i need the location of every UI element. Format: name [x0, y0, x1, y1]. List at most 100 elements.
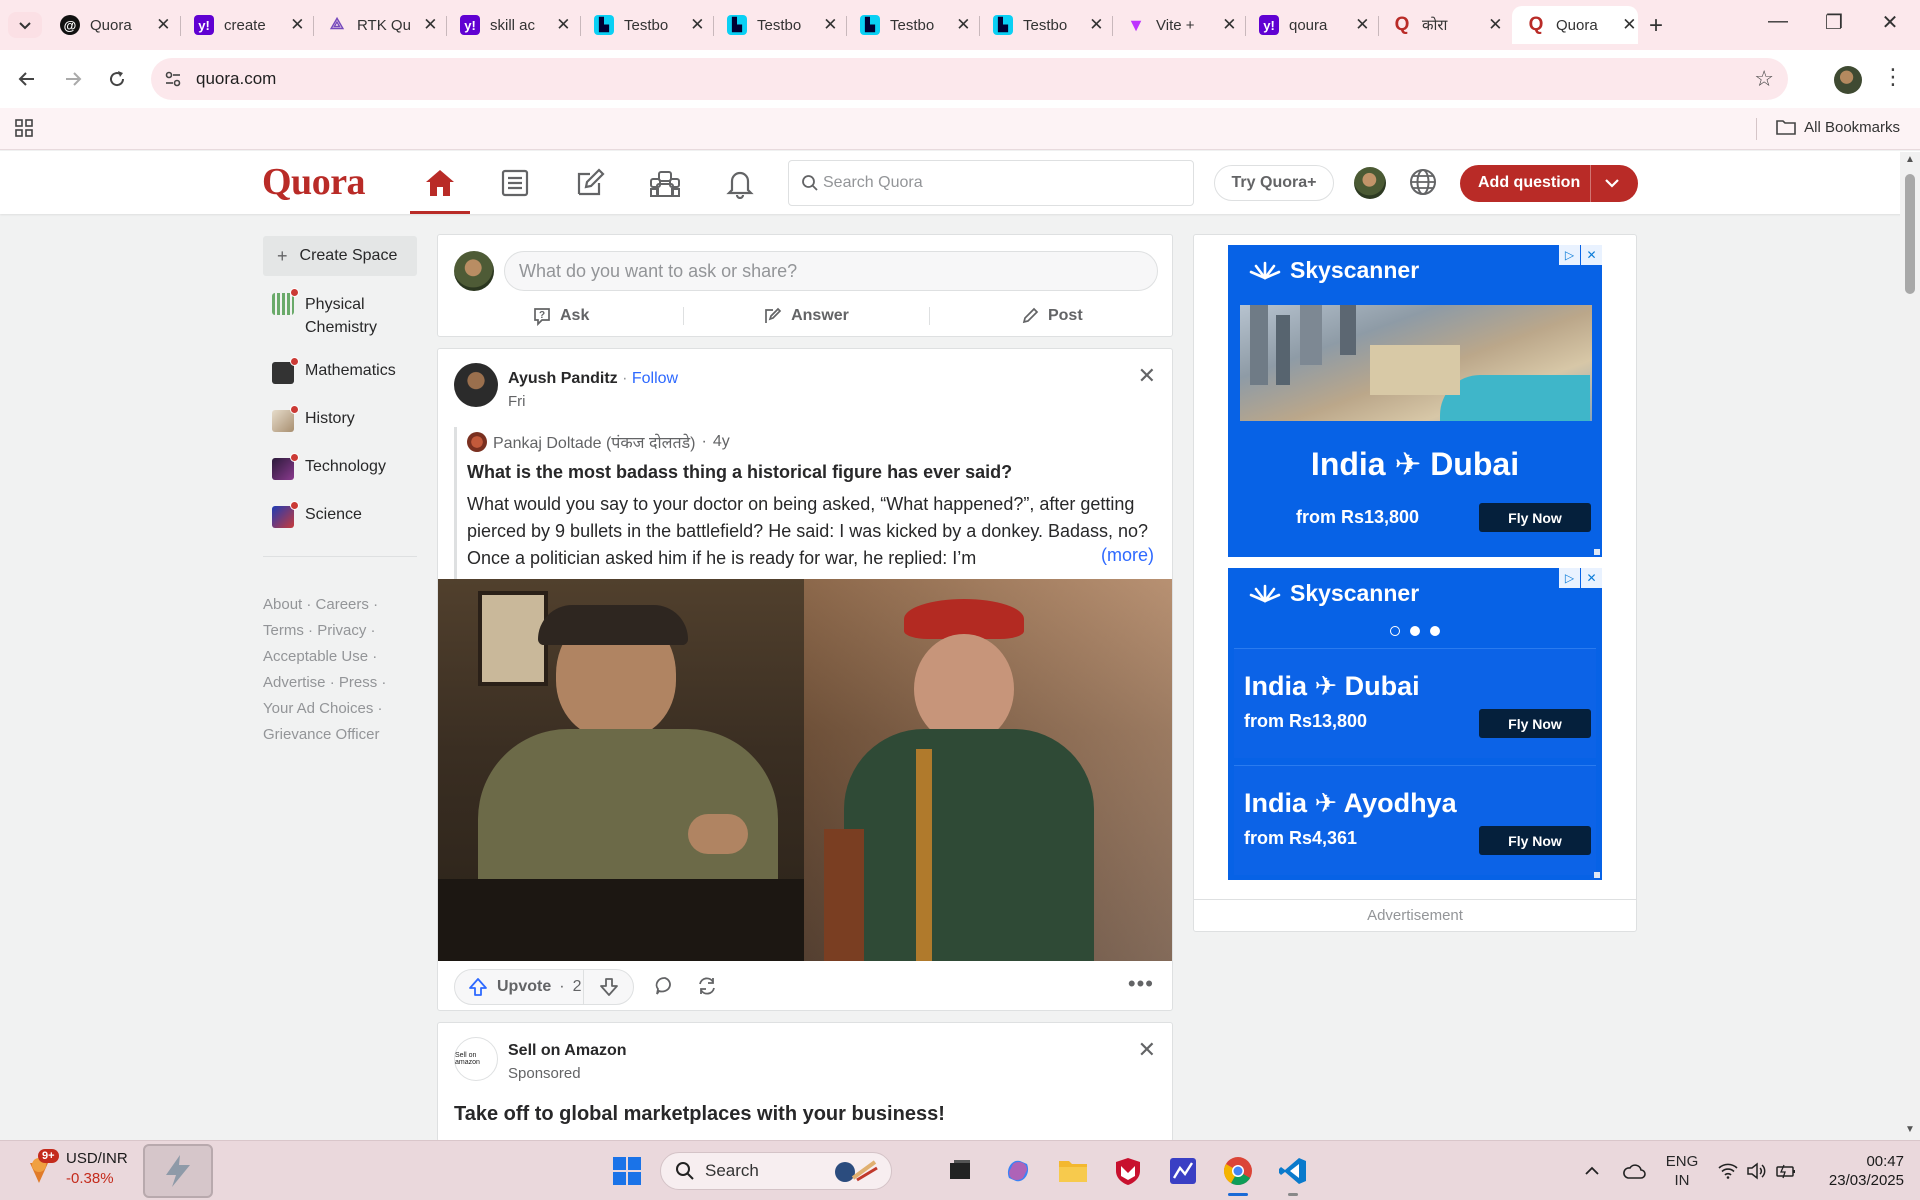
close-tab-icon[interactable]: ✕	[155, 15, 172, 35]
address-bar[interactable]: quora.com ☆	[151, 58, 1788, 100]
taskbar-search[interactable]: Search	[660, 1152, 892, 1190]
close-tab-icon[interactable]: ✕	[422, 15, 439, 35]
close-tab-icon[interactable]: ✕	[1221, 15, 1238, 35]
copilot-button[interactable]	[998, 1151, 1038, 1191]
nav-home[interactable]	[410, 159, 470, 214]
close-tab-icon[interactable]: ✕	[1487, 15, 1504, 35]
upvote-button[interactable]: Upvote · 2	[455, 976, 583, 998]
tab-testbook-4[interactable]: ▙ Testbo ✕	[979, 6, 1105, 44]
tab-search-button[interactable]	[8, 12, 42, 38]
ask-input[interactable]: What do you want to ask or share?	[504, 251, 1158, 291]
vscode-button[interactable]	[1273, 1151, 1313, 1191]
language-indicator[interactable]: ENG IN	[1664, 1152, 1700, 1190]
mcafee-button[interactable]	[1108, 1151, 1148, 1191]
add-question-button[interactable]: Add question	[1460, 165, 1638, 202]
show-hidden-icons[interactable]	[1584, 1141, 1600, 1200]
footer-link-acceptable-use[interactable]: Acceptable Use	[263, 648, 368, 665]
user-avatar[interactable]	[1354, 167, 1386, 199]
close-icon[interactable]: ✕	[1138, 363, 1156, 389]
apps-grid-icon[interactable]	[14, 118, 34, 143]
advertiser-name[interactable]: Sell on Amazon	[508, 1042, 627, 1060]
fly-now-button[interactable]: Fly Now	[1479, 503, 1591, 532]
footer-link-careers[interactable]: Careers	[316, 596, 369, 613]
fly-now-button[interactable]: Fly Now	[1479, 826, 1591, 855]
tab-testbook-3[interactable]: ▙ Testbo ✕	[846, 6, 972, 44]
onedrive-tray[interactable]	[1622, 1141, 1646, 1200]
tab-quora-1[interactable]: @ Quora ✕	[46, 6, 172, 44]
file-explorer-button[interactable]	[1053, 1151, 1093, 1191]
skyscanner-ad-2[interactable]: ▷ ✕ Skyscanner India ✈ Dubai from Rs13,80…	[1228, 568, 1602, 880]
close-tab-icon[interactable]: ✕	[289, 15, 306, 35]
restore-button[interactable]: ❐	[1814, 10, 1854, 35]
more-link[interactable]: (more)	[1073, 545, 1154, 566]
site-info-icon[interactable]	[163, 69, 183, 94]
volume-tray[interactable]	[1746, 1141, 1766, 1200]
system-clock[interactable]: 00:47 23/03/2025	[1818, 1152, 1904, 1190]
tab-testbook-1[interactable]: ▙ Testbo ✕	[580, 6, 706, 44]
task-view-button[interactable]	[940, 1151, 980, 1191]
nav-notifications[interactable]	[710, 159, 770, 207]
post-image[interactable]	[438, 579, 1172, 961]
start-button[interactable]	[607, 1151, 647, 1191]
footer-link-privacy[interactable]: Privacy	[317, 622, 366, 639]
answer-button[interactable]: Answer	[683, 301, 928, 331]
source-author[interactable]: Pankaj Doltade (पंकज दोलतडे)	[493, 431, 695, 453]
carousel-dots[interactable]	[1228, 626, 1602, 636]
tab-quora-hindi[interactable]: Q कोरा ✕	[1378, 6, 1504, 44]
tab-testbook-2[interactable]: ▙ Testbo ✕	[713, 6, 839, 44]
tab-skill[interactable]: y! skill ac ✕	[446, 6, 572, 44]
pinned-app-button[interactable]	[143, 1144, 213, 1198]
scroll-down-arrow-icon[interactable]: ▼	[1905, 1124, 1915, 1135]
author-avatar[interactable]	[454, 363, 498, 407]
nav-following[interactable]	[485, 159, 545, 207]
question-title[interactable]: What is the most badass thing a historic…	[467, 462, 1157, 483]
new-tab-button[interactable]: +	[1649, 12, 1663, 40]
sidebar-item-mathematics[interactable]: Mathematics	[272, 357, 396, 384]
scrollbar-thumb[interactable]	[1905, 174, 1915, 294]
comment-icon[interactable]	[654, 975, 676, 1002]
forward-button[interactable]	[56, 62, 90, 96]
page-scrollbar[interactable]: ▲ ▼	[1900, 152, 1920, 1140]
close-tab-icon[interactable]: ✕	[1354, 15, 1371, 35]
sidebar-item-physical-chemistry[interactable]: Physical Chemistry	[272, 288, 395, 339]
bookmark-star-icon[interactable]: ☆	[1754, 66, 1774, 92]
nav-answer[interactable]	[560, 159, 620, 207]
footer-link-ad-choices[interactable]: Your Ad Choices	[263, 700, 373, 717]
ad-choices-badge[interactable]: ▷ ✕	[1558, 245, 1602, 265]
avatar[interactable]	[454, 251, 494, 291]
browser-profile-avatar[interactable]	[1834, 66, 1862, 94]
answer-excerpt[interactable]: What would you say to your doctor on bei…	[467, 491, 1157, 572]
app-store-button[interactable]	[1163, 1151, 1203, 1191]
tab-create[interactable]: y! create ✕	[180, 6, 306, 44]
quora-logo[interactable]: Quora	[262, 160, 366, 204]
close-tab-icon[interactable]: ✕	[1621, 15, 1638, 35]
battery-tray[interactable]	[1775, 1141, 1797, 1200]
sidebar-item-technology[interactable]: Technology	[272, 453, 386, 480]
close-tab-icon[interactable]: ✕	[689, 15, 706, 35]
author-name[interactable]: Ayush Panditz	[508, 370, 618, 387]
source-avatar[interactable]	[467, 432, 487, 452]
chevron-down-icon[interactable]	[1602, 173, 1622, 198]
skyscanner-ad-1[interactable]: ▷ ✕ Skyscanner India ✈ Dubai from Rs13,80…	[1228, 245, 1602, 557]
quora-search[interactable]	[788, 160, 1194, 206]
ad-choices-badge[interactable]: ▷ ✕	[1558, 568, 1602, 588]
advertiser-logo[interactable]: Sell on amazon	[454, 1037, 498, 1081]
network-tray[interactable]	[1718, 1141, 1738, 1200]
footer-link-terms[interactable]: Terms	[263, 622, 304, 639]
tab-qoura[interactable]: y! qoura ✕	[1245, 6, 1371, 44]
minimize-button[interactable]: —	[1758, 10, 1798, 33]
footer-link-grievance-officer[interactable]: Grievance Officer	[263, 726, 379, 743]
sidebar-item-science[interactable]: Science	[272, 501, 362, 528]
ad-offer-ayodhya[interactable]: India ✈ Ayodhya from Rs4,361 Fly Now	[1234, 765, 1596, 875]
window-close-button[interactable]: ✕	[1870, 10, 1910, 35]
tab-quora-active[interactable]: Q Quora ✕	[1512, 6, 1638, 44]
tab-vite[interactable]: ▼ Vite + ✕	[1112, 6, 1238, 44]
close-tab-icon[interactable]: ✕	[822, 15, 839, 35]
follow-link[interactable]: Follow	[632, 370, 678, 387]
search-input[interactable]	[823, 171, 1183, 195]
ad-offer-dubai[interactable]: India ✈ Dubai from Rs13,800 Fly Now	[1234, 648, 1596, 758]
chrome-button[interactable]	[1218, 1151, 1258, 1191]
back-button[interactable]	[10, 62, 44, 96]
fly-now-button[interactable]: Fly Now	[1479, 709, 1591, 738]
close-tab-icon[interactable]: ✕	[1088, 15, 1105, 35]
